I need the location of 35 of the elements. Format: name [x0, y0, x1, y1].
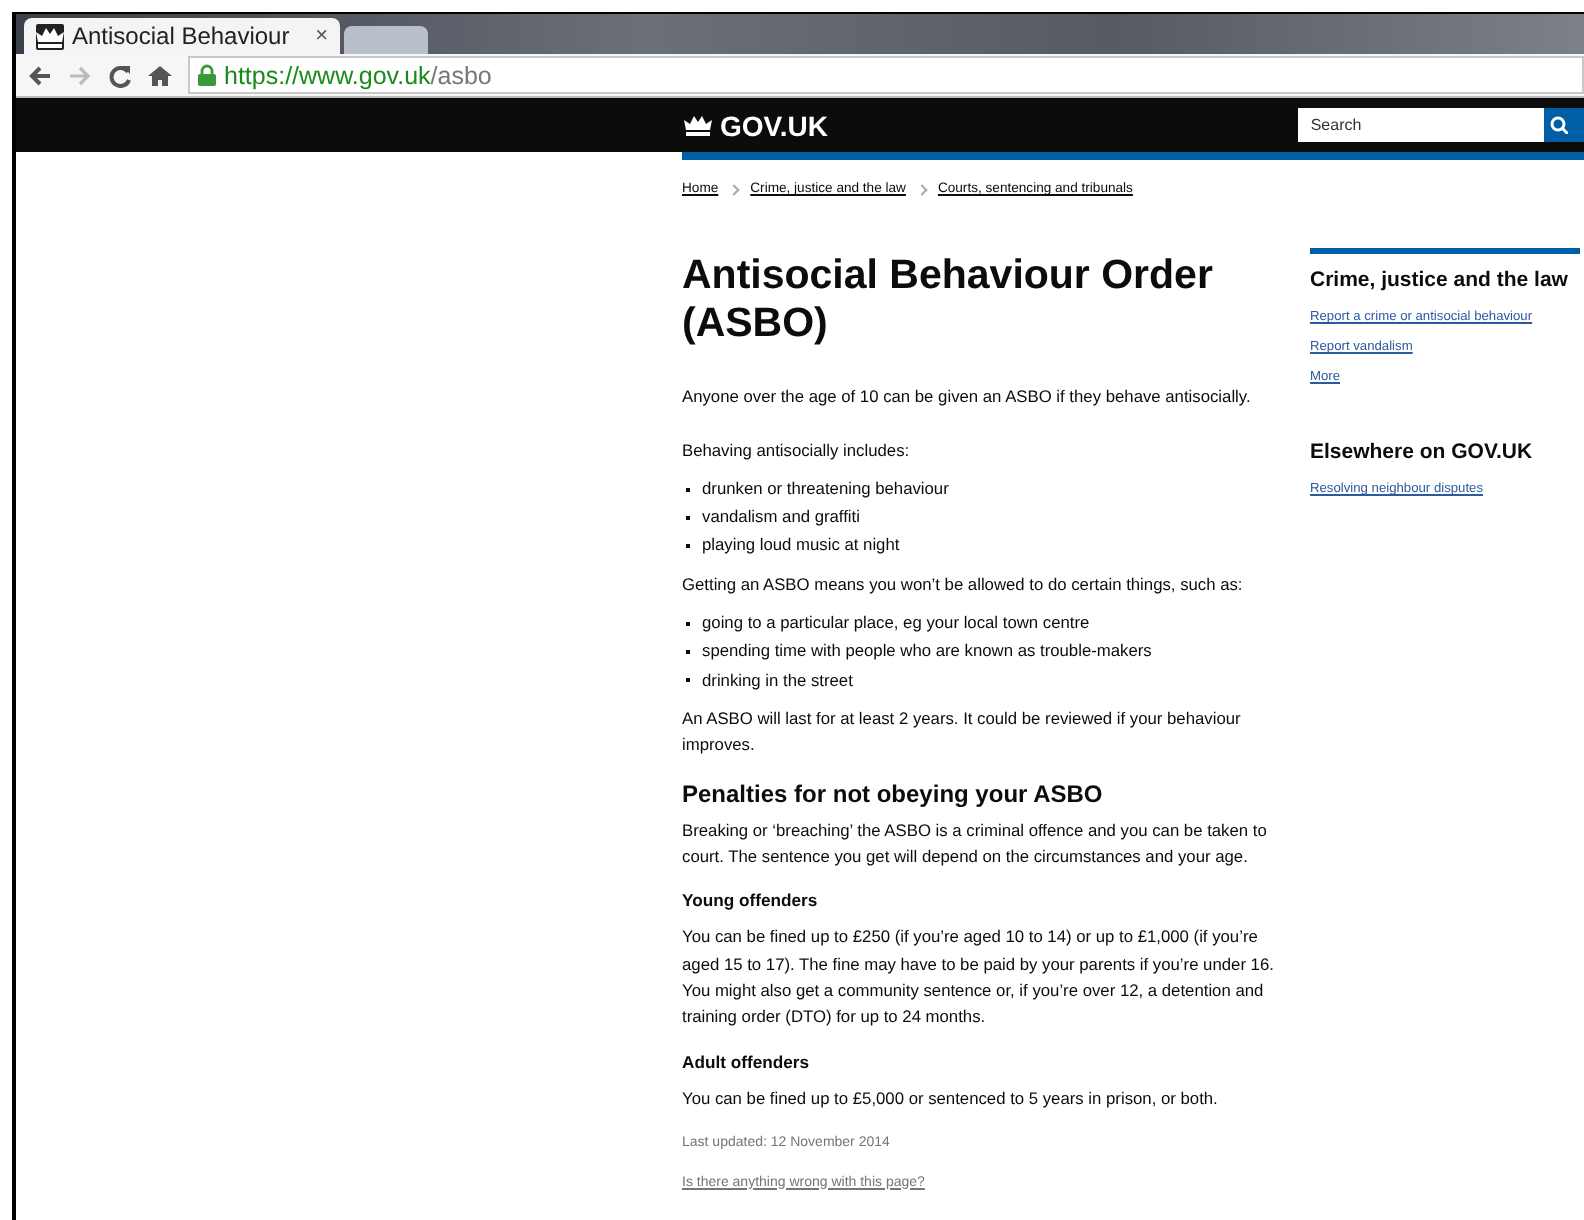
search-button[interactable] — [1544, 108, 1584, 142]
sidebar-heading: Elsewhere on GOV.UK — [1310, 438, 1535, 466]
list-item: spending time with people who are known as trouble-makers — [702, 638, 1152, 665]
paragraph: An ASBO will last for at least 2 years. It could be reviewed if your behaviour improves. — [682, 705, 1243, 759]
lock-icon[interactable] — [198, 64, 216, 86]
list-item: drinking in the street — [702, 667, 853, 694]
chevron-icon — [916, 183, 928, 195]
paragraph: Getting an ASBO means you won’t be allowed to do certain things, such as: — [682, 571, 1245, 598]
search-field[interactable]: Search — [1298, 108, 1545, 142]
back-icon[interactable] — [28, 63, 52, 87]
subheading: Young offenders — [682, 888, 820, 915]
sidebar-heading: Crime, justice and the law — [1310, 266, 1570, 294]
tab-title: Antisocial Behaviour — [72, 22, 292, 50]
chevron-icon — [728, 183, 740, 195]
paragraph: Breaking or ‘breaching’ the ASBO is a criminal offence and you can be taken to court. The sentence you get will depend on the circumstances and your age. — [682, 817, 1269, 870]
intro-paragraph: Anyone over the age of 10 can be given an ASBO if they behave antisocially. — [682, 384, 1253, 411]
site-logo[interactable]: GOV.UK — [682, 109, 1299, 141]
reload-icon[interactable] — [108, 63, 132, 87]
crown-icon[interactable] — [36, 23, 64, 49]
paragraph: Behaving antisocially includes: — [682, 437, 912, 464]
paragraph: You can be fined up to £5,000 or sentenced to 5 years in prison, or both. — [682, 1085, 1220, 1112]
page-title: Antisocial Behaviour Order (ASBO) — [682, 252, 1215, 349]
close-icon[interactable]: × — [315, 24, 328, 48]
address-bar[interactable]: https://www.gov.uk/asbo — [188, 56, 1584, 94]
list-item: playing loud music at night — [702, 532, 900, 559]
subheading: Adult offenders — [682, 1049, 811, 1076]
list-item: drunken or threatening behaviour — [702, 475, 949, 502]
list-item: vandalism and graffiti — [702, 504, 860, 531]
crown-icon — [682, 112, 714, 138]
home-icon[interactable] — [148, 63, 172, 87]
paragraph: You can be fined up to £250 (if you’re aged 10 to 14) or up to £1,000 (if you’re aged 15 to 17). The fine may have to be paid by your parents if you’re under 16. You might also get a community sentence or, if you’re over 12, a detention and training order (DTO) for up to 24 months. — [682, 924, 1276, 1031]
section-heading: Penalties for not obeying your ASBO — [682, 777, 1105, 810]
browser-tab[interactable]: Antisocial Behaviour × — [24, 18, 340, 54]
list-item: going to a particular place, eg your local town centre — [702, 610, 1090, 637]
search-icon — [1550, 116, 1569, 134]
